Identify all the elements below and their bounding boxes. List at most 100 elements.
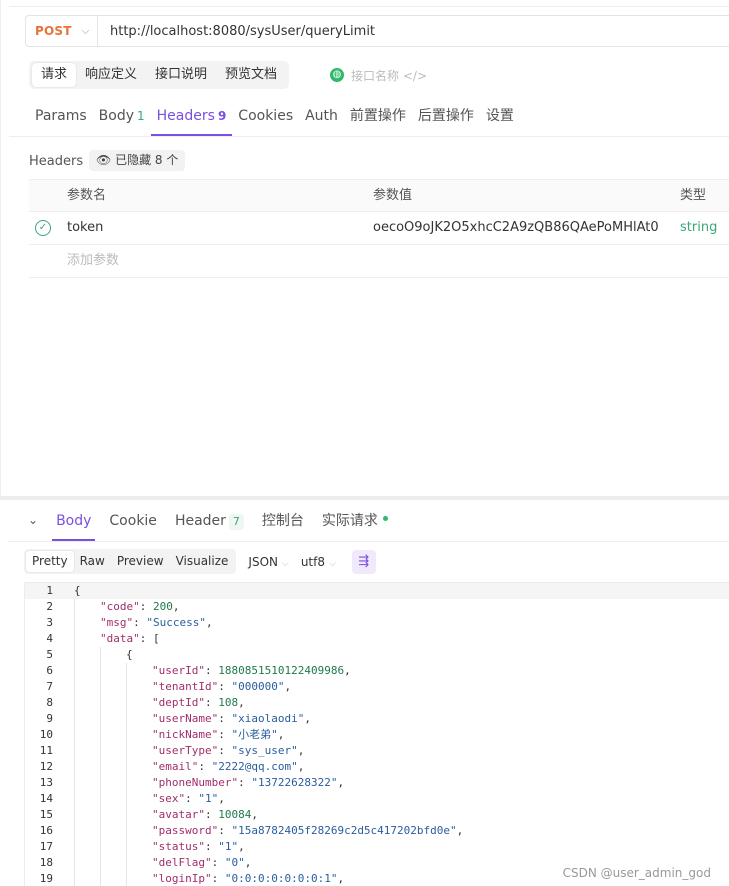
doc-tab-response-def[interactable]: 响应定义 xyxy=(76,63,146,87)
code-text: "sex": "1", xyxy=(152,791,225,807)
code-token: : xyxy=(204,840,219,853)
format-select[interactable]: JSON ⌵ xyxy=(248,555,288,569)
indent-guide xyxy=(74,759,75,775)
code-token: "phoneNumber" xyxy=(152,776,239,789)
tab-params[interactable]: Params xyxy=(29,103,93,136)
code-token: 1880851510122409986 xyxy=(218,664,345,677)
code-token: 10084 xyxy=(218,808,252,821)
code-token: , xyxy=(284,680,292,693)
code-token: , xyxy=(238,840,245,853)
add-param-input[interactable]: 添加参数 xyxy=(67,245,367,277)
row-enable-checkbox[interactable]: ✓ xyxy=(35,212,55,244)
param-value-input[interactable]: oecoO9oJK2O5xhcC2A9zQB86QAePoMHlAt0 xyxy=(373,212,673,244)
request-panel: POST ⌵ http://localhost:8080/sysUser/que… xyxy=(0,0,729,496)
encoding-select[interactable]: utf8 ⌵ xyxy=(301,555,336,569)
view-mode-group: Pretty Raw Preview Visualize xyxy=(24,549,237,574)
tab-settings[interactable]: 设置 xyxy=(480,103,520,136)
param-name-input[interactable]: token xyxy=(67,212,367,244)
method-select[interactable]: POST ⌵ xyxy=(26,16,98,46)
tab-params-label: Params xyxy=(35,108,87,124)
indent-guide xyxy=(100,695,101,711)
indent-guide xyxy=(126,839,127,855)
indent-guide xyxy=(74,711,75,727)
tab-auth[interactable]: Auth xyxy=(299,103,344,136)
code-token: , xyxy=(218,792,225,805)
doc-tab-api-desc[interactable]: 接口说明 xyxy=(146,63,216,87)
view-preview-button[interactable]: Preview xyxy=(111,551,170,572)
collapse-chevron-icon[interactable]: ⌄ xyxy=(28,508,38,533)
resp-tab-actual-request[interactable]: 实际请求 xyxy=(318,508,392,541)
indent-guide xyxy=(100,807,101,823)
code-token: "1" xyxy=(198,792,219,805)
view-visualize-button[interactable]: Visualize xyxy=(170,551,235,572)
watermark: CSDN @user_admin_god xyxy=(562,866,711,880)
chevron-down-icon: ⌵ xyxy=(81,25,90,37)
view-raw-button[interactable]: Raw xyxy=(74,551,111,572)
tab-pre-actions-label: 前置操作 xyxy=(349,108,406,124)
code-token: "2222@qq.com" xyxy=(211,760,298,773)
tab-cookies[interactable]: Cookies xyxy=(232,103,299,136)
line-number: 2 xyxy=(46,600,53,613)
api-name-input[interactable]: 接口名称 </> xyxy=(351,67,427,84)
code-text: "deptId": 108, xyxy=(152,695,245,711)
code-text: "userId": 1880851510122409986, xyxy=(152,663,351,679)
resp-tab-header[interactable]: Header 7 xyxy=(171,508,248,541)
hidden-headers-toggle[interactable]: 👁 已隐藏 8 个 xyxy=(89,150,186,171)
code-token: , xyxy=(456,824,464,837)
indent-guide xyxy=(126,871,127,886)
code-token: "email" xyxy=(152,760,199,773)
doc-tabs: 请求 响应定义 接口说明 预览文档 xyxy=(29,61,290,89)
code-token: , xyxy=(172,600,180,613)
add-param-row: 添加参数 xyxy=(29,245,729,278)
globe-icon[interactable]: ◍ xyxy=(330,68,344,82)
tab-headers-count: 9 xyxy=(217,109,227,123)
code-token: : xyxy=(204,696,219,709)
code-token: : xyxy=(218,728,232,741)
code-token: : xyxy=(139,600,153,613)
indent-guide xyxy=(126,775,127,791)
view-pretty-button[interactable]: Pretty xyxy=(26,551,74,572)
indent-guide xyxy=(74,823,75,839)
code-token: "0:0:0:0:0:0:0:1" xyxy=(224,872,338,885)
indent-guide xyxy=(100,855,101,871)
tab-cookies-label: Cookies xyxy=(238,108,294,124)
tab-pre-actions[interactable]: 前置操作 xyxy=(344,103,412,136)
indent-guide xyxy=(74,743,75,759)
table-row: ✓ token oecoO9oJK2O5xhcC2A9zQB86QAePoMHl… xyxy=(29,212,729,245)
tab-post-actions[interactable]: 后置操作 xyxy=(412,103,480,136)
code-token: , xyxy=(238,696,245,709)
code-line: 1{ xyxy=(25,583,729,599)
col-header-type: 类型 xyxy=(680,188,707,203)
doc-tab-preview-doc[interactable]: 预览文档 xyxy=(216,63,286,87)
line-number: 12 xyxy=(39,760,53,773)
code-token: : xyxy=(204,808,219,821)
format-select-value: JSON xyxy=(248,554,278,569)
doc-tab-request[interactable]: 请求 xyxy=(32,63,77,87)
indent-guide xyxy=(126,759,127,775)
param-type-select[interactable]: string xyxy=(680,212,729,244)
resp-tab-body[interactable]: Body xyxy=(52,508,96,541)
tab-headers[interactable]: Headers 9 xyxy=(150,103,233,136)
tab-body[interactable]: Body 1 xyxy=(93,103,151,136)
indent-guide xyxy=(74,695,75,711)
resp-tab-console[interactable]: 控制台 xyxy=(258,508,308,541)
method-label: POST xyxy=(35,24,72,38)
line-number: 18 xyxy=(39,856,53,869)
code-text: "data": [ xyxy=(100,631,160,647)
code-line: 3 "msg": "Success", xyxy=(25,615,729,631)
response-code-view[interactable]: 1{2 "code": 200, 3 "msg": "Success", 4 "data"… xyxy=(24,582,729,886)
code-token: : xyxy=(198,760,212,773)
indent-guide xyxy=(74,599,75,615)
code-token: , xyxy=(244,856,252,869)
word-wrap-icon[interactable]: ⇶ xyxy=(351,549,376,574)
response-tabs-divider xyxy=(8,541,729,542)
panel-splitter[interactable] xyxy=(0,496,729,500)
code-token: : xyxy=(218,680,232,693)
code-line: 15 "avatar": 10084, xyxy=(25,807,729,823)
resp-tab-cookie[interactable]: Cookie xyxy=(105,508,161,541)
code-text: { xyxy=(126,647,133,663)
code-line: 6 "userId": 1880851510122409986, xyxy=(25,663,729,679)
hidden-headers-label: 已隐藏 8 个 xyxy=(115,153,179,167)
line-number: 17 xyxy=(39,840,53,853)
url-input[interactable]: http://localhost:8080/sysUser/queryLimit xyxy=(98,24,375,39)
